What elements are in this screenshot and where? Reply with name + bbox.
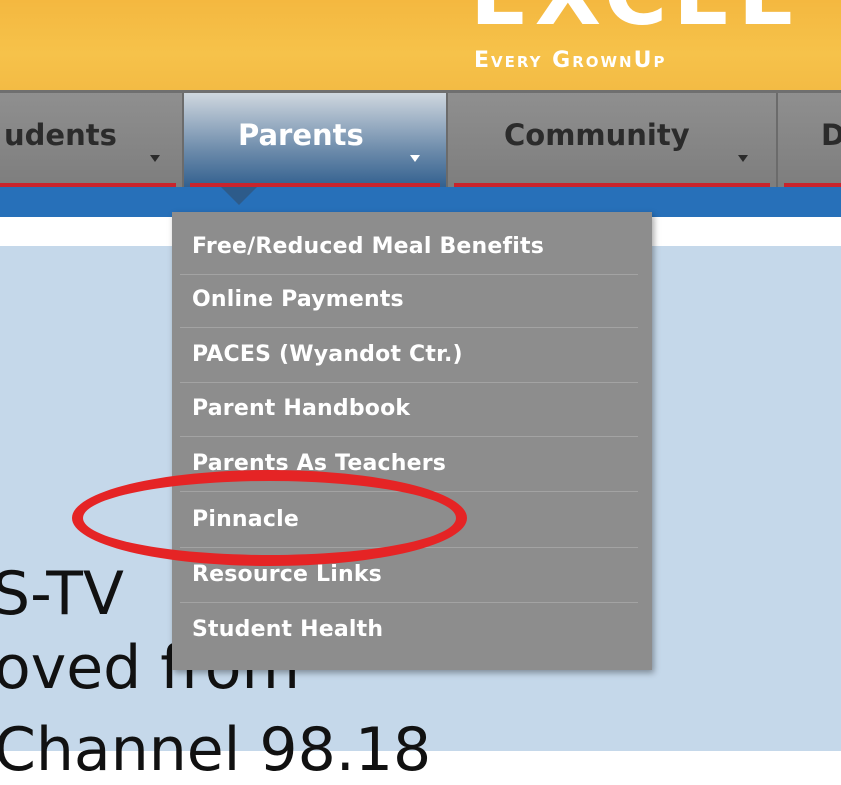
- parents-dropdown-menu: Free/Reduced Meal Benefits Online Paymen…: [172, 212, 652, 670]
- menu-item-free-reduced-meal-benefits[interactable]: Free/Reduced Meal Benefits: [180, 222, 638, 275]
- site-tagline: Every GrownUp: [474, 48, 667, 73]
- menu-item-label: Online Payments: [192, 287, 404, 312]
- nav-label: Parents: [238, 118, 364, 152]
- dropdown-pointer: [221, 187, 257, 205]
- header-banner: EXCEL Every GrownUp: [0, 0, 841, 90]
- content-heading: S-TV: [0, 559, 124, 629]
- chevron-down-icon: [410, 155, 420, 162]
- highlight-ellipse-annotation: [72, 470, 467, 566]
- nav-label: D: [821, 118, 841, 152]
- content-text-line: Channel 98.18: [0, 715, 432, 785]
- menu-item-label: Parent Handbook: [192, 396, 411, 421]
- menu-item-label: Free/Reduced Meal Benefits: [192, 234, 545, 259]
- chevron-down-icon: [738, 155, 748, 162]
- menu-item-parent-handbook[interactable]: Parent Handbook: [180, 384, 638, 437]
- nav-item-next[interactable]: D: [778, 93, 841, 190]
- nav-item-parents[interactable]: Parents: [184, 93, 448, 190]
- menu-item-online-payments[interactable]: Online Payments: [180, 275, 638, 328]
- menu-item-label: PACES (Wyandot Ctr.): [192, 342, 463, 367]
- nav-item-community[interactable]: Community: [448, 93, 778, 190]
- menu-item-paces[interactable]: PACES (Wyandot Ctr.): [180, 330, 638, 383]
- site-logo[interactable]: EXCEL: [470, 0, 799, 38]
- chevron-down-icon: [150, 155, 160, 162]
- nav-item-students[interactable]: udents: [0, 93, 184, 190]
- menu-item-student-health[interactable]: Student Health: [180, 605, 638, 658]
- main-nav: udents Parents Community D: [0, 90, 841, 190]
- menu-item-label: Student Health: [192, 617, 384, 642]
- nav-label: Community: [504, 118, 690, 152]
- nav-label: udents: [4, 118, 117, 152]
